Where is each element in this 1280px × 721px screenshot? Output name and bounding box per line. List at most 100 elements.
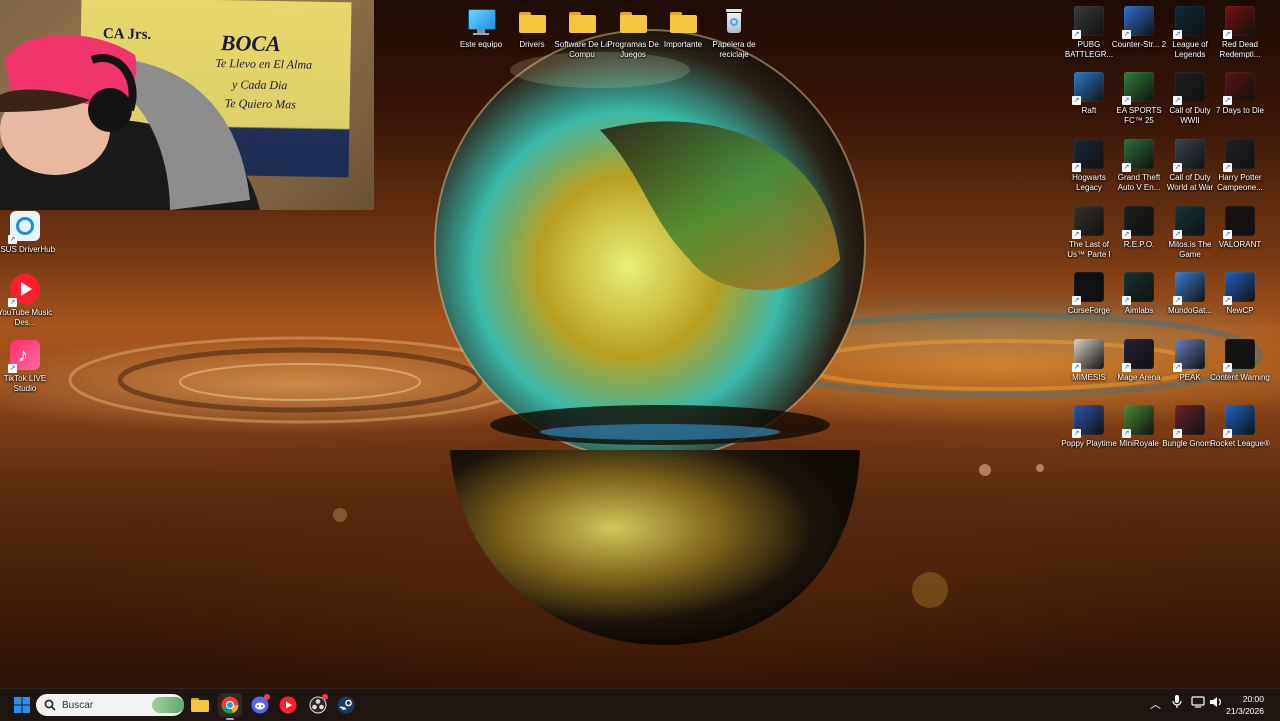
taskbar-steam[interactable] xyxy=(334,693,358,717)
desktop-icon-gta[interactable]: ↗ Grand Theft Auto V En... xyxy=(1114,139,1164,205)
shortcut-arrow-icon: ↗ xyxy=(1072,363,1081,372)
desktop-icon-asus-driverhub[interactable]: ↗ ASUS DriverHub xyxy=(0,211,55,277)
taskbar-chrome[interactable] xyxy=(218,693,242,720)
desktop-icon-label: Harry Potter Campeone... xyxy=(1217,173,1263,192)
shortcut-arrow-icon: ↗ xyxy=(1072,429,1081,438)
windows-logo-icon xyxy=(14,697,30,713)
desktop-icon-hogwarts[interactable]: ↗ Hogwarts Legacy xyxy=(1064,139,1114,205)
search-icon xyxy=(44,699,56,711)
speaker-icon xyxy=(1210,697,1221,707)
desktop-icon-label: Papelera de reciclaje xyxy=(712,40,756,59)
desktop-icon-raft[interactable]: ↗ Raft xyxy=(1064,72,1114,138)
desktop-icon-newcp[interactable]: ↗ NewCP xyxy=(1215,272,1265,338)
desktop-icon-seven-days[interactable]: ↗ 7 Days to Die xyxy=(1215,72,1265,138)
search-input[interactable] xyxy=(60,698,150,712)
desktop-icon-red-dead[interactable]: ↗ Red Dead Redempti... xyxy=(1215,6,1265,72)
tray-clock[interactable]: 20:00 21/3/2026 xyxy=(1226,693,1264,717)
shortcut-arrow-icon: ↗ xyxy=(1122,296,1131,305)
curseforge-icon: ↗ xyxy=(1072,272,1105,305)
desktop-icon-label: Red Dead Redempti... xyxy=(1219,40,1261,59)
folder-icon xyxy=(667,6,699,38)
red-dead-icon: ↗ xyxy=(1223,6,1256,39)
shortcut-arrow-icon: ↗ xyxy=(1122,30,1131,39)
desktop-icon-mitosis[interactable]: ↗ Mitos.is The Game xyxy=(1165,206,1215,272)
desktop-icon-league[interactable]: ↗ League of Legends xyxy=(1165,6,1215,72)
desktop-icon-aimlabs[interactable]: ↗ Aimlabs xyxy=(1114,272,1164,338)
desktop-icon-papelera[interactable]: Papelera de reciclaje xyxy=(709,6,759,72)
desktop-icon-repo[interactable]: ↗ R.E.P.O. xyxy=(1114,206,1164,272)
shortcut-arrow-icon: ↗ xyxy=(1223,163,1232,172)
repo-icon: ↗ xyxy=(1122,206,1155,239)
pubg-icon: ↗ xyxy=(1072,6,1105,39)
desktop-icon-counter-strike[interactable]: ↗ Counter-Str... 2 xyxy=(1112,6,1166,72)
desktop-icon-mimesis[interactable]: ↗ MIMESIS xyxy=(1064,339,1114,405)
desktop-icon-drivers[interactable]: Drivers xyxy=(507,6,557,72)
folder-icon xyxy=(566,6,598,38)
taskbar-discord[interactable] xyxy=(248,693,272,717)
shortcut-arrow-icon: ↗ xyxy=(1122,96,1131,105)
peak-icon: ↗ xyxy=(1173,339,1206,372)
desktop-icon-harry-potter[interactable]: ↗ Harry Potter Campeone... xyxy=(1215,139,1265,205)
ea-fc-icon: ↗ xyxy=(1122,72,1155,105)
desktop-icon-cod-waw[interactable]: ↗ Call of Duty World at War xyxy=(1165,139,1215,205)
taskbar-obs[interactable] xyxy=(306,693,330,717)
taskbar-file-explorer[interactable] xyxy=(188,693,212,717)
shortcut-arrow-icon: ↗ xyxy=(1122,429,1131,438)
desktop-icon-miniroyale[interactable]: ↗ MiniRoyale xyxy=(1114,405,1164,471)
seven-days-icon: ↗ xyxy=(1223,72,1256,105)
notification-dot xyxy=(264,694,270,700)
desktop-icon-youtube-music[interactable]: ↗ YouTube Music Des... xyxy=(0,274,52,340)
desktop-icon-label: VALORANT xyxy=(1218,240,1262,249)
tray-network[interactable] xyxy=(1191,696,1205,711)
content-warning-icon: ↗ xyxy=(1223,339,1256,372)
tray-overflow-button[interactable]: ︿ xyxy=(1150,696,1161,712)
desktop-icon-cod-wwii[interactable]: ↗ Call of Duty WWII xyxy=(1165,72,1215,138)
desktop-icon-label: 7 Days to Die xyxy=(1215,106,1265,115)
shortcut-arrow-icon: ↗ xyxy=(8,298,17,307)
desktop-icon-content-warning[interactable]: ↗ Content Warning xyxy=(1210,339,1270,405)
shortcut-arrow-icon: ↗ xyxy=(1173,296,1182,305)
tray-volume[interactable] xyxy=(1209,696,1223,711)
desktop-icon-label: Rocket League® xyxy=(1210,439,1270,448)
desktop-icon-mundogato[interactable]: ↗ MundoGat... xyxy=(1165,272,1215,338)
desktop-icon-este-equipo[interactable]: Este equipo xyxy=(456,6,506,72)
mitosis-icon: ↗ xyxy=(1173,206,1206,239)
desktop-icon-peak[interactable]: ↗ PEAK xyxy=(1165,339,1215,405)
tray-microphone[interactable] xyxy=(1172,695,1182,712)
taskbar-search[interactable] xyxy=(36,694,184,716)
desktop-icon-label: ASUS DriverHub xyxy=(0,245,55,254)
shortcut-arrow-icon: ↗ xyxy=(1173,30,1182,39)
desktop-icon-programas-de-juegos[interactable]: Programas De Juegos xyxy=(607,6,659,72)
shortcut-arrow-icon: ↗ xyxy=(1173,429,1182,438)
desktop-icon-tiktok-live-studio[interactable]: ♪ ↗ TikTok LIVE Studio xyxy=(0,340,50,406)
search-highlight-icon xyxy=(152,697,184,713)
taskbar-youtube-music[interactable] xyxy=(276,693,300,717)
start-button[interactable] xyxy=(10,693,34,717)
network-icon xyxy=(1191,696,1205,708)
desktop-icon-mage-arena[interactable]: ↗ Mage Arena xyxy=(1114,339,1164,405)
desktop-icon-last-of-us[interactable]: ↗ The Last of Us™ Parte I xyxy=(1064,206,1114,272)
taskbar: ︿ 20:00 21/3/2026 xyxy=(0,688,1280,721)
desktop-icon-curseforge[interactable]: ↗ CurseForge xyxy=(1064,272,1114,338)
chrome-icon xyxy=(221,696,239,714)
steam-icon xyxy=(337,696,355,714)
mundogato-icon: ↗ xyxy=(1173,272,1206,305)
shortcut-arrow-icon: ↗ xyxy=(1223,363,1232,372)
shortcut-arrow-icon: ↗ xyxy=(1223,429,1232,438)
desktop-icon-rocket-league[interactable]: ↗ Rocket League® xyxy=(1210,405,1270,471)
shortcut-arrow-icon: ↗ xyxy=(1173,96,1182,105)
gta-icon: ↗ xyxy=(1122,139,1155,172)
shortcut-arrow-icon: ↗ xyxy=(1173,363,1182,372)
file-explorer-icon xyxy=(191,698,209,712)
desktop-icon-poppy-playtime[interactable]: ↗ Poppy Playtime xyxy=(1061,405,1117,471)
youtube-music-icon xyxy=(279,696,297,714)
desktop-icon-importante[interactable]: Importante xyxy=(658,6,708,72)
desktop-icon-ea-fc[interactable]: ↗ EA SPORTS FC™ 25 xyxy=(1114,72,1164,138)
desktop-icon-software-de-la-compu[interactable]: Software De La Compu xyxy=(554,6,610,72)
newcp-icon: ↗ xyxy=(1223,272,1256,305)
folder-icon xyxy=(516,6,548,38)
desktop-icon-bungle-gnome[interactable]: ↗ Bungle Gnom... xyxy=(1162,405,1218,471)
desktop-icon-valorant[interactable]: ↗ VALORANT xyxy=(1215,206,1265,272)
desktop-icon-label: TikTok LIVE Studio xyxy=(3,374,47,393)
desktop-icon-pubg[interactable]: ↗ PUBG BATTLEGR... xyxy=(1064,6,1114,72)
